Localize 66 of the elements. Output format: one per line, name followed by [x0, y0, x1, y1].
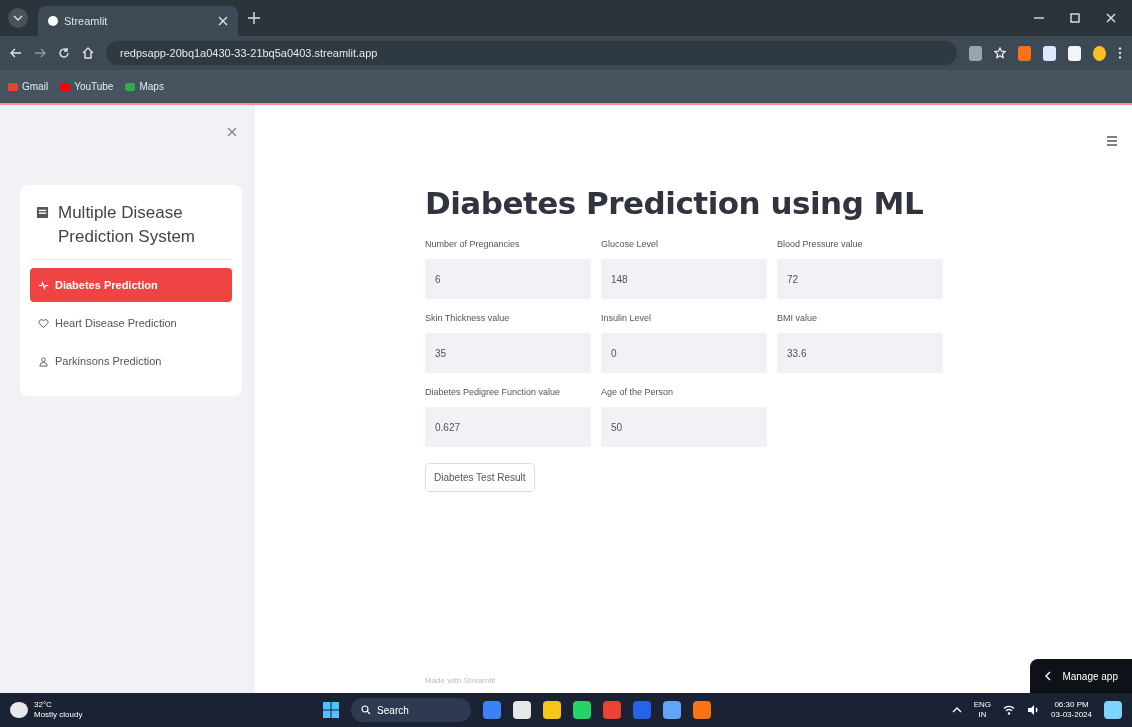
input-field[interactable]: 6 — [425, 259, 591, 299]
star-icon[interactable] — [994, 47, 1006, 59]
new-tab-icon[interactable] — [248, 12, 260, 24]
input-field[interactable]: 35 — [425, 333, 591, 373]
bookmark[interactable]: YouTube — [60, 81, 114, 92]
document-icon — [36, 206, 49, 219]
input-field[interactable]: 0 — [601, 333, 767, 373]
date-text[interactable]: 03-03-2024 — [1051, 710, 1092, 720]
input-field[interactable]: 50 — [601, 407, 767, 447]
heart-icon — [38, 317, 49, 329]
windows-start-icon[interactable] — [323, 702, 340, 718]
field-label: Glucose Level — [601, 239, 660, 249]
field-label: Insulin Level — [601, 313, 653, 323]
chevron-up-icon[interactable] — [951, 705, 962, 715]
weather-text: Mostly cloudy — [34, 710, 83, 720]
address-bar[interactable]: redpsapp-20bq1a0430-33-21bq5a0403.streamlit.app — [106, 41, 957, 65]
field-label: Blood Pressure value — [777, 239, 864, 249]
speaker-icon[interactable] — [1027, 704, 1040, 716]
menu-item[interactable]: Parkinsons Prediction — [30, 344, 232, 378]
field-label: BMI value — [777, 313, 819, 323]
field-label: Diabetes Pedigree Function value — [425, 387, 562, 397]
language-text[interactable]: ENG — [973, 700, 992, 710]
region-text[interactable]: IN — [978, 710, 987, 720]
wifi-icon[interactable] — [1003, 704, 1016, 716]
manage-app-button[interactable]: Manage app — [1030, 659, 1132, 693]
input-field[interactable]: 72 — [777, 259, 943, 299]
field-label: Age of the Person — [601, 387, 675, 397]
forward-icon[interactable] — [34, 47, 46, 59]
menu-icon[interactable] — [1106, 135, 1118, 147]
menu-item[interactable]: Diabetes Prediction — [30, 268, 232, 302]
back-icon[interactable] — [10, 47, 22, 59]
taskbar-app-icon[interactable] — [693, 701, 712, 719]
input-field[interactable]: 0.627 — [425, 407, 591, 447]
menu-icon[interactable] — [1118, 47, 1122, 59]
field-label: Skin Thickness value — [425, 313, 511, 323]
close-tab-icon[interactable] — [218, 16, 228, 26]
tab-favicon-icon — [48, 16, 58, 26]
page-title: Diabetes Prediction using ML — [425, 185, 925, 221]
close-sidebar-icon[interactable] — [227, 127, 237, 137]
browser-tab[interactable]: Streamlit — [38, 6, 238, 36]
pulse-icon — [38, 279, 49, 291]
taskbar-app-icon[interactable] — [513, 701, 532, 719]
input-field[interactable]: 33.6 — [777, 333, 943, 373]
sidebar-title: Multiple Disease Prediction System — [58, 202, 196, 248]
time-text[interactable]: 06:30 PM — [1054, 700, 1089, 710]
profile-avatar-icon[interactable] — [1093, 45, 1106, 61]
reload-icon[interactable] — [58, 47, 70, 59]
person-icon — [38, 355, 49, 367]
bookmark[interactable]: Maps — [125, 81, 164, 92]
taskbar-app-icon[interactable] — [663, 701, 682, 719]
restore-icon[interactable] — [1070, 13, 1080, 23]
menu-item[interactable]: Heart Disease Prediction — [30, 306, 232, 340]
temperature-text: 32°C — [34, 700, 53, 710]
test-result-button[interactable]: Diabetes Test Result — [425, 463, 535, 492]
tab-menu-icon[interactable] — [8, 8, 28, 28]
taskbar-search-field[interactable]: Search — [351, 698, 472, 722]
search-icon — [361, 705, 372, 715]
bookmark[interactable]: Gmail — [8, 81, 49, 92]
taskbar-app-icon[interactable] — [543, 701, 562, 719]
home-icon[interactable] — [82, 47, 94, 59]
field-label: Number of Pregnancies — [425, 239, 521, 249]
footer-text: Made with Streamlit — [425, 676, 496, 685]
taskbar-app-icon[interactable] — [573, 701, 592, 719]
input-field[interactable]: 148 — [601, 259, 767, 299]
chevron-left-icon — [1044, 671, 1053, 681]
close-icon[interactable] — [1106, 13, 1116, 23]
